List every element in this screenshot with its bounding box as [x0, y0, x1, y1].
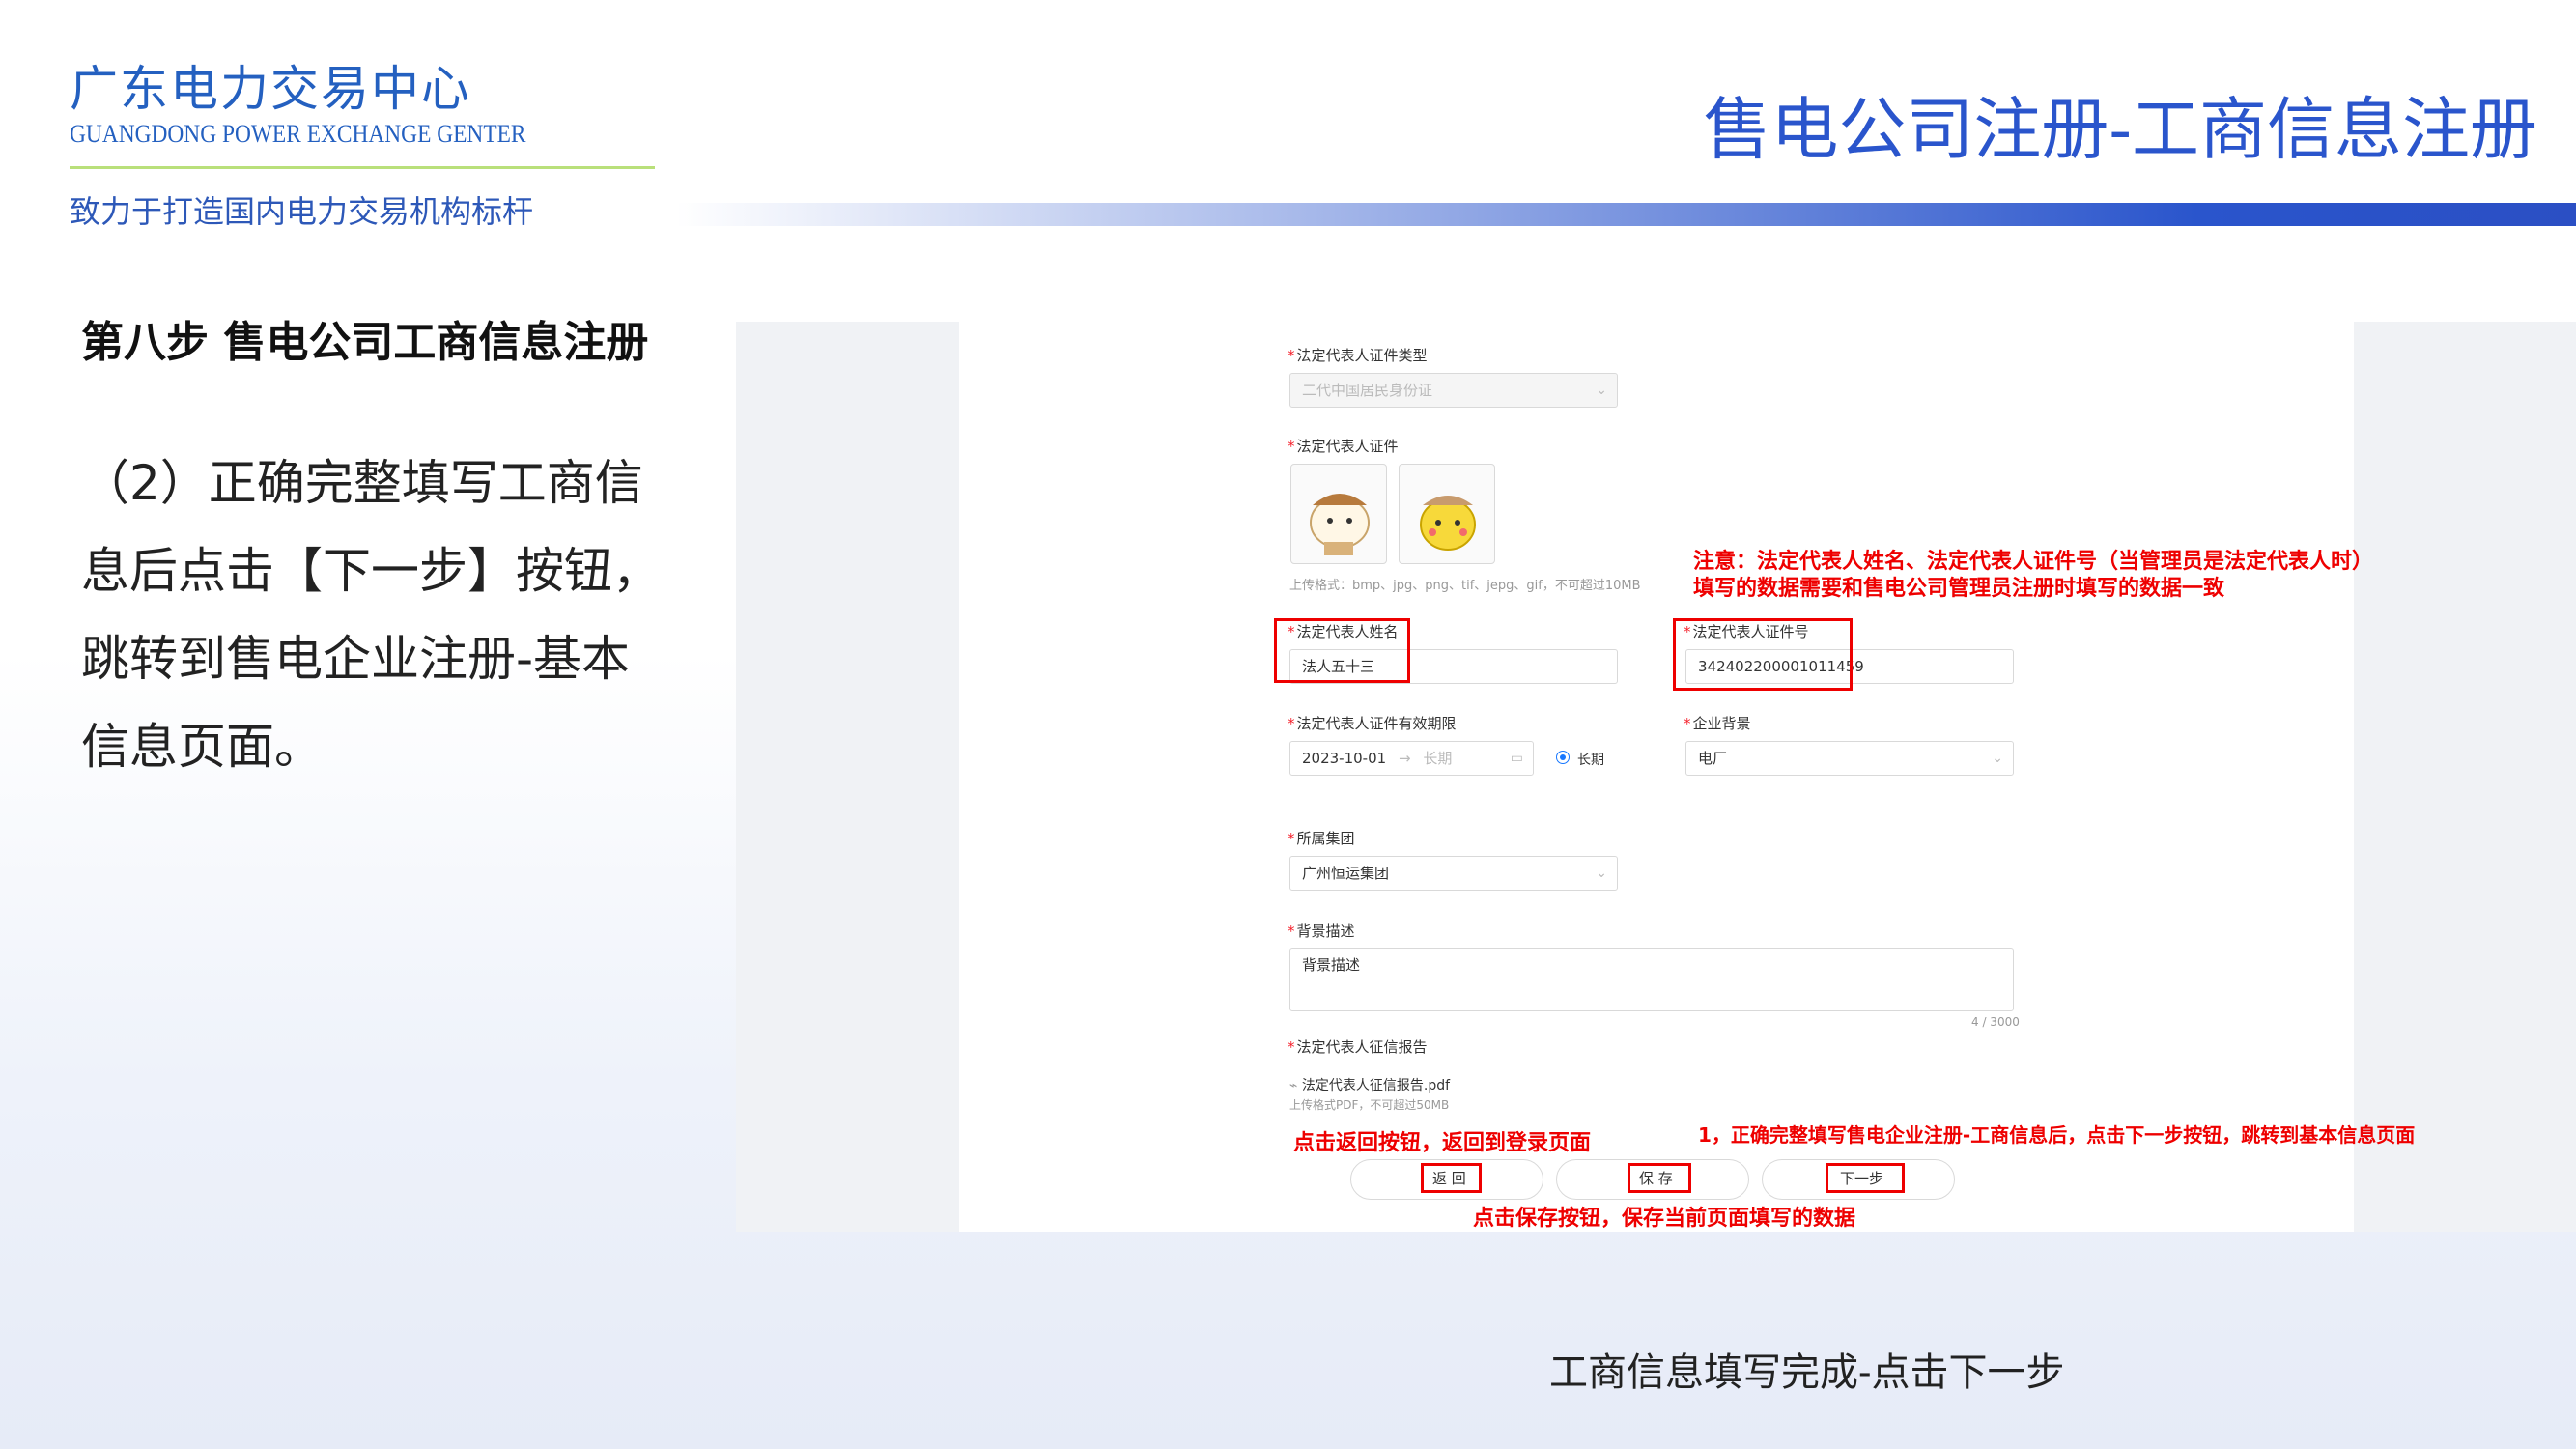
highlight-rep-name — [1274, 618, 1410, 683]
next-note: 1，正确完整填写售电企业注册-工商信息后，点击下一步按钮，跳转到基本信息页面 — [1698, 1123, 2416, 1147]
upload-hint: 上传格式：bmp、jpg、png、tif、jepg、gif，不可超过10MB — [1289, 579, 1641, 593]
chevron-down-icon: ⌄ — [1992, 751, 2003, 766]
highlight-back-button — [1421, 1163, 1482, 1193]
highlight-rep-id — [1673, 618, 1853, 691]
org-name-en: GUANGDONG POWER EXCHANGE GENTER — [70, 120, 526, 148]
highlight-next-button — [1826, 1163, 1905, 1193]
validity-start: 2023-10-01 — [1302, 750, 1387, 767]
validity-end: 长期 — [1423, 750, 1453, 767]
step-heading: 第八步 售电公司工商信息注册 — [81, 318, 649, 367]
id-photo-thumbnail-2[interactable] — [1399, 464, 1495, 564]
bg-desc-count: 4 / 3000 — [1971, 1015, 2020, 1029]
credit-label: * 法定代表人征信报告 — [1288, 1038, 1428, 1056]
group-label: * 所属集团 — [1288, 830, 1355, 847]
header-divider — [70, 166, 655, 169]
group-select[interactable]: 广州恒运集团 ⌄ — [1289, 856, 1618, 891]
bg-desc-textarea[interactable]: 背景描述 — [1289, 948, 2014, 1011]
range-arrow: → — [1398, 750, 1411, 767]
bg-desc-label: * 背景描述 — [1288, 923, 1355, 940]
save-note: 点击保存按钮，保存当前页面填写的数据 — [1473, 1207, 1856, 1231]
validity-range-picker[interactable]: 2023-10-01 → 长期 ▭ — [1289, 741, 1534, 776]
org-slogan: 致力于打造国内电力交易机构标杆 — [70, 193, 534, 230]
background-label: * 企业背景 — [1684, 715, 1751, 732]
back-note: 点击返回按钮，返回到登录页面 — [1293, 1131, 1592, 1155]
background-select[interactable]: 电厂 ⌄ — [1685, 741, 2014, 776]
title-band — [676, 203, 2576, 226]
screenshot-caption: 工商信息填写完成-点击下一步 — [1549, 1350, 2065, 1395]
page-title: 售电公司注册-工商信息注册 — [1703, 90, 2537, 169]
paperclip-icon: ⌁ — [1289, 1078, 1298, 1094]
note-line-2: 填写的数据需要和售电公司管理员注册时填写的数据一致 — [1693, 577, 2225, 601]
cartoon-dog-image — [1310, 494, 1370, 555]
calendar-icon: ▭ — [1510, 751, 1523, 766]
highlight-save-button — [1628, 1163, 1691, 1193]
cartoon-pikachu-image — [1420, 496, 1476, 551]
validity-label: * 法定代表人证件有效期限 — [1288, 715, 1457, 732]
registration-form: * 法定代表人证件类型 二代中国居民身份证 ⌄ * 法定代表人证件 上传格式：bmp、… — [959, 322, 2415, 1232]
id-type-label: * 法定代表人证件类型 — [1288, 347, 1428, 364]
id-type-select[interactable]: 二代中国居民身份证 ⌄ — [1289, 373, 1618, 408]
id-doc-label: * 法定代表人证件 — [1288, 438, 1399, 455]
id-photo-thumbnail-1[interactable] — [1290, 464, 1387, 564]
step-description: （2）正确完整填写工商信息后点击【下一步】按钮，跳转到售电企业注册-基本信息页面… — [81, 455, 661, 775]
credit-file-link[interactable]: ⌁ 法定代表人征信报告.pdf — [1289, 1075, 1450, 1094]
chevron-down-icon: ⌄ — [1596, 383, 1607, 398]
long-term-label: 长期 — [1577, 753, 1604, 768]
long-term-radio[interactable] — [1556, 751, 1570, 764]
chevron-down-icon: ⌄ — [1596, 866, 1607, 881]
credit-hint: 上传格式PDF，不可超过50MB — [1289, 1098, 1450, 1112]
org-name: 广东电力交易中心 — [70, 61, 471, 117]
